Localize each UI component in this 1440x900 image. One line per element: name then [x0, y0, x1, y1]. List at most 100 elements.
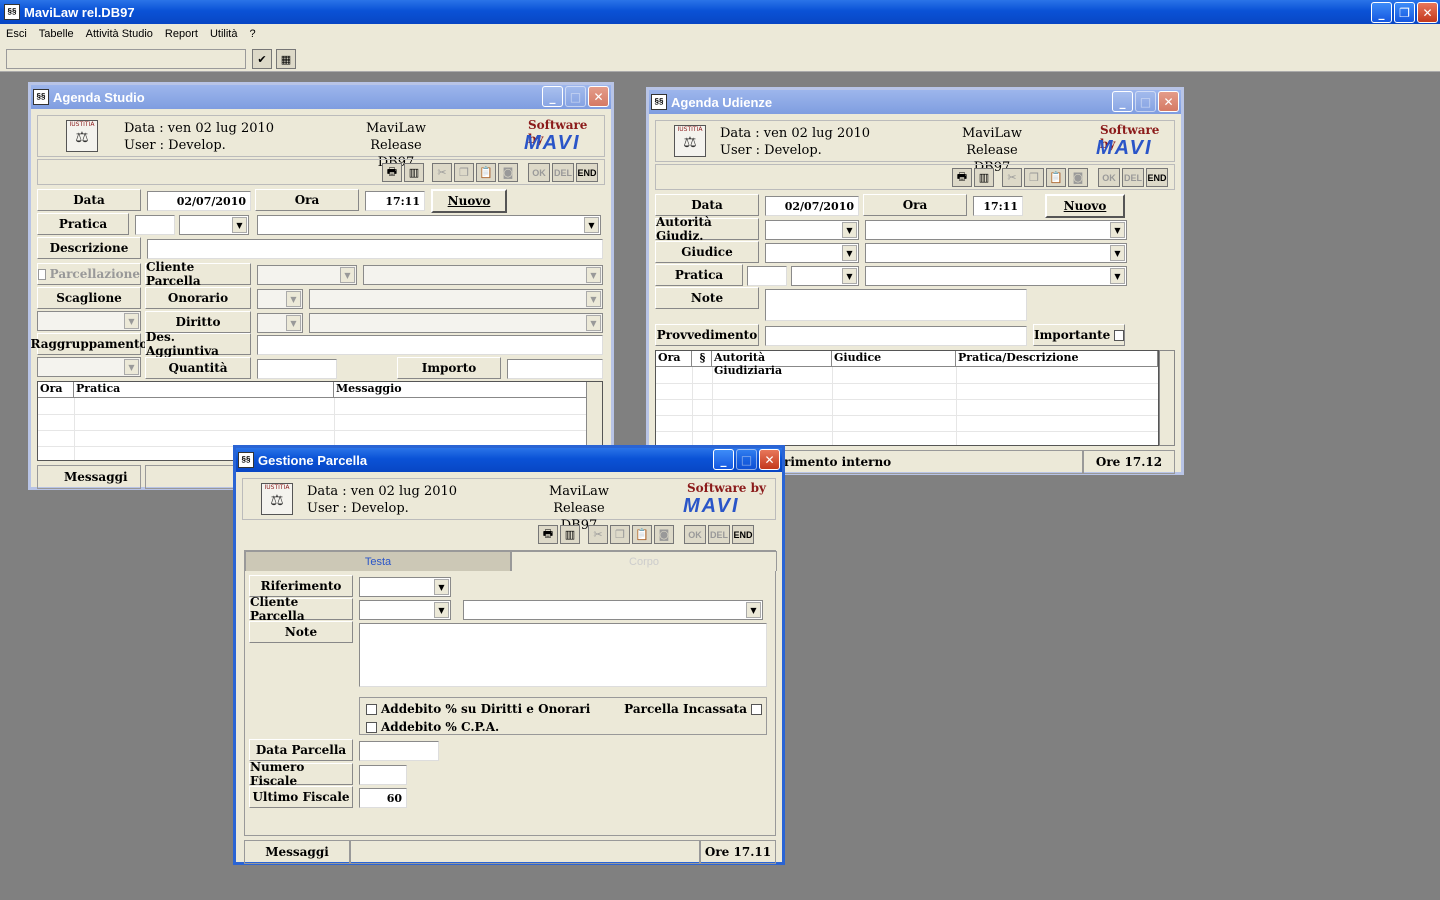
tab-corpo[interactable]: Corpo — [511, 551, 777, 571]
diritto-code-combo[interactable]: ▼ — [257, 313, 303, 333]
numero-fiscale-field[interactable] — [359, 765, 407, 785]
print-icon[interactable]: 🖶 — [538, 525, 558, 544]
chevron-down-icon[interactable]: ▼ — [340, 267, 355, 283]
importante-checkbox[interactable]: Importante — [1033, 324, 1125, 346]
chevron-down-icon[interactable]: ▼ — [1110, 268, 1125, 284]
cut-icon[interactable]: ✂ — [1002, 168, 1022, 187]
data-field[interactable]: 02/07/2010 — [765, 196, 859, 216]
addebito-cpa-checkbox[interactable]: Addebito % C.P.A. — [366, 720, 499, 734]
menu-attivita-studio[interactable]: Attività Studio — [80, 28, 159, 40]
close-icon[interactable]: ✕ — [1158, 91, 1179, 112]
preview-icon[interactable]: ▥ — [560, 525, 580, 544]
chevron-down-icon[interactable]: ▼ — [842, 222, 857, 238]
maximize-icon[interactable]: □ — [1135, 91, 1156, 112]
pratica-code-field[interactable] — [135, 215, 175, 235]
cliente-desc-combo[interactable]: ▼ — [363, 265, 603, 285]
del-button[interactable]: DEL — [708, 525, 730, 544]
onorario-code-combo[interactable]: ▼ — [257, 289, 303, 309]
chevron-down-icon[interactable]: ▼ — [124, 359, 139, 375]
paste-icon[interactable]: 📋 — [1046, 168, 1066, 187]
copy-icon[interactable]: ❐ — [610, 525, 630, 544]
copy-icon[interactable]: ❐ — [454, 163, 474, 182]
ok-button[interactable]: OK — [528, 163, 550, 182]
data-field[interactable]: 02/07/2010 — [147, 191, 251, 211]
chevron-down-icon[interactable]: ▼ — [842, 268, 857, 284]
scaglione-combo[interactable]: ▼ — [37, 311, 141, 331]
camera-icon[interactable]: ◙ — [654, 525, 674, 544]
paste-icon[interactable]: 📋 — [632, 525, 652, 544]
giudice-desc-combo[interactable]: ▼ — [865, 243, 1127, 263]
chevron-down-icon[interactable]: ▼ — [1110, 222, 1125, 238]
menu-esci[interactable]: Esci — [0, 28, 33, 40]
chevron-down-icon[interactable]: ▼ — [586, 315, 601, 331]
end-button[interactable]: END — [576, 163, 598, 182]
menu-report[interactable]: Report — [159, 28, 204, 40]
autorita-code-combo[interactable]: ▼ — [765, 220, 859, 240]
maximize-icon[interactable]: □ — [565, 86, 586, 107]
autorita-desc-combo[interactable]: ▼ — [865, 220, 1127, 240]
cliente-code-combo[interactable]: ▼ — [359, 600, 451, 620]
print-icon[interactable]: 🖶 — [952, 168, 972, 187]
col-ora[interactable]: Ora — [656, 351, 692, 367]
close-icon[interactable]: ✕ — [588, 86, 609, 107]
menu-utilita[interactable]: Utilità — [204, 28, 244, 40]
chevron-down-icon[interactable]: ▼ — [434, 602, 449, 618]
ora-field[interactable]: 17:11 — [365, 191, 425, 211]
diritto-desc-combo[interactable]: ▼ — [309, 313, 603, 333]
end-button[interactable]: END — [1146, 168, 1168, 187]
del-button[interactable]: DEL — [1122, 168, 1144, 187]
paste-icon[interactable]: 📋 — [476, 163, 496, 182]
col-autorita[interactable]: Autorità Giudiziaria — [712, 351, 832, 377]
chevron-down-icon[interactable]: ▼ — [434, 579, 449, 595]
end-button[interactable]: END — [732, 525, 754, 544]
col-ora[interactable]: Ora — [38, 382, 74, 398]
pratica-combo[interactable]: ▼ — [791, 266, 859, 286]
chevron-down-icon[interactable]: ▼ — [584, 217, 599, 233]
parcella-incassata-checkbox[interactable]: Parcella Incassata — [624, 702, 762, 716]
cliente-code-combo[interactable]: ▼ — [257, 265, 357, 285]
check-icon[interactable]: ✔ — [252, 49, 272, 69]
col-pratica[interactable]: Pratica — [74, 382, 334, 398]
close-icon[interactable]: ✕ — [1417, 2, 1438, 23]
cliente-desc-combo[interactable]: ▼ — [463, 600, 763, 620]
ultimo-fiscale-field[interactable]: 60 — [359, 788, 407, 808]
data-parcella-field[interactable] — [359, 741, 439, 761]
restore-icon[interactable]: ❐ — [1394, 2, 1415, 23]
note-field[interactable] — [359, 623, 767, 687]
importo-field[interactable] — [507, 359, 603, 379]
del-button[interactable]: DEL — [552, 163, 574, 182]
nuovo-button[interactable]: Nuovo — [431, 189, 507, 213]
descrizione-field[interactable] — [147, 239, 603, 259]
pratica-desc-combo[interactable]: ▼ — [865, 266, 1127, 286]
cut-icon[interactable]: ✂ — [588, 525, 608, 544]
chevron-down-icon[interactable]: ▼ — [286, 291, 301, 307]
riferimento-combo[interactable]: ▼ — [359, 577, 451, 597]
camera-icon[interactable]: ◙ — [1068, 168, 1088, 187]
col-giudice[interactable]: Giudice — [832, 351, 956, 367]
giudice-code-combo[interactable]: ▼ — [765, 243, 859, 263]
col-pratica-descrizione[interactable]: Pratica/Descrizione — [956, 351, 1158, 367]
chevron-down-icon[interactable]: ▼ — [124, 313, 139, 329]
grid-scrollbar[interactable] — [1159, 350, 1175, 446]
chevron-down-icon[interactable]: ▼ — [1110, 245, 1125, 261]
chevron-down-icon[interactable]: ▼ — [746, 602, 761, 618]
chevron-down-icon[interactable]: ▼ — [586, 291, 601, 307]
onorario-desc-combo[interactable]: ▼ — [309, 289, 603, 309]
close-icon[interactable]: ✕ — [759, 449, 780, 470]
menu-tabelle[interactable]: Tabelle — [33, 28, 80, 40]
maximize-icon[interactable]: □ — [736, 449, 757, 470]
quantita-field[interactable] — [257, 359, 337, 379]
parcellazione-checkbox[interactable]: Parcellazione — [37, 263, 141, 285]
cut-icon[interactable]: ✂ — [432, 163, 452, 182]
calculator-icon[interactable]: ▦ — [276, 49, 296, 69]
minimize-icon[interactable]: _ — [542, 86, 563, 107]
agenda-udienze-grid[interactable]: Ora § Autorità Giudiziaria Giudice Prati… — [655, 350, 1159, 446]
minimize-icon[interactable]: _ — [713, 449, 734, 470]
copy-icon[interactable]: ❐ — [1024, 168, 1044, 187]
chevron-down-icon[interactable]: ▼ — [232, 217, 247, 233]
pratica-desc-combo[interactable]: ▼ — [257, 215, 601, 235]
minimize-icon[interactable]: _ — [1371, 2, 1392, 23]
chevron-down-icon[interactable]: ▼ — [286, 315, 301, 331]
toolbar-field[interactable] — [6, 49, 246, 69]
nuovo-button[interactable]: Nuovo — [1045, 194, 1125, 218]
